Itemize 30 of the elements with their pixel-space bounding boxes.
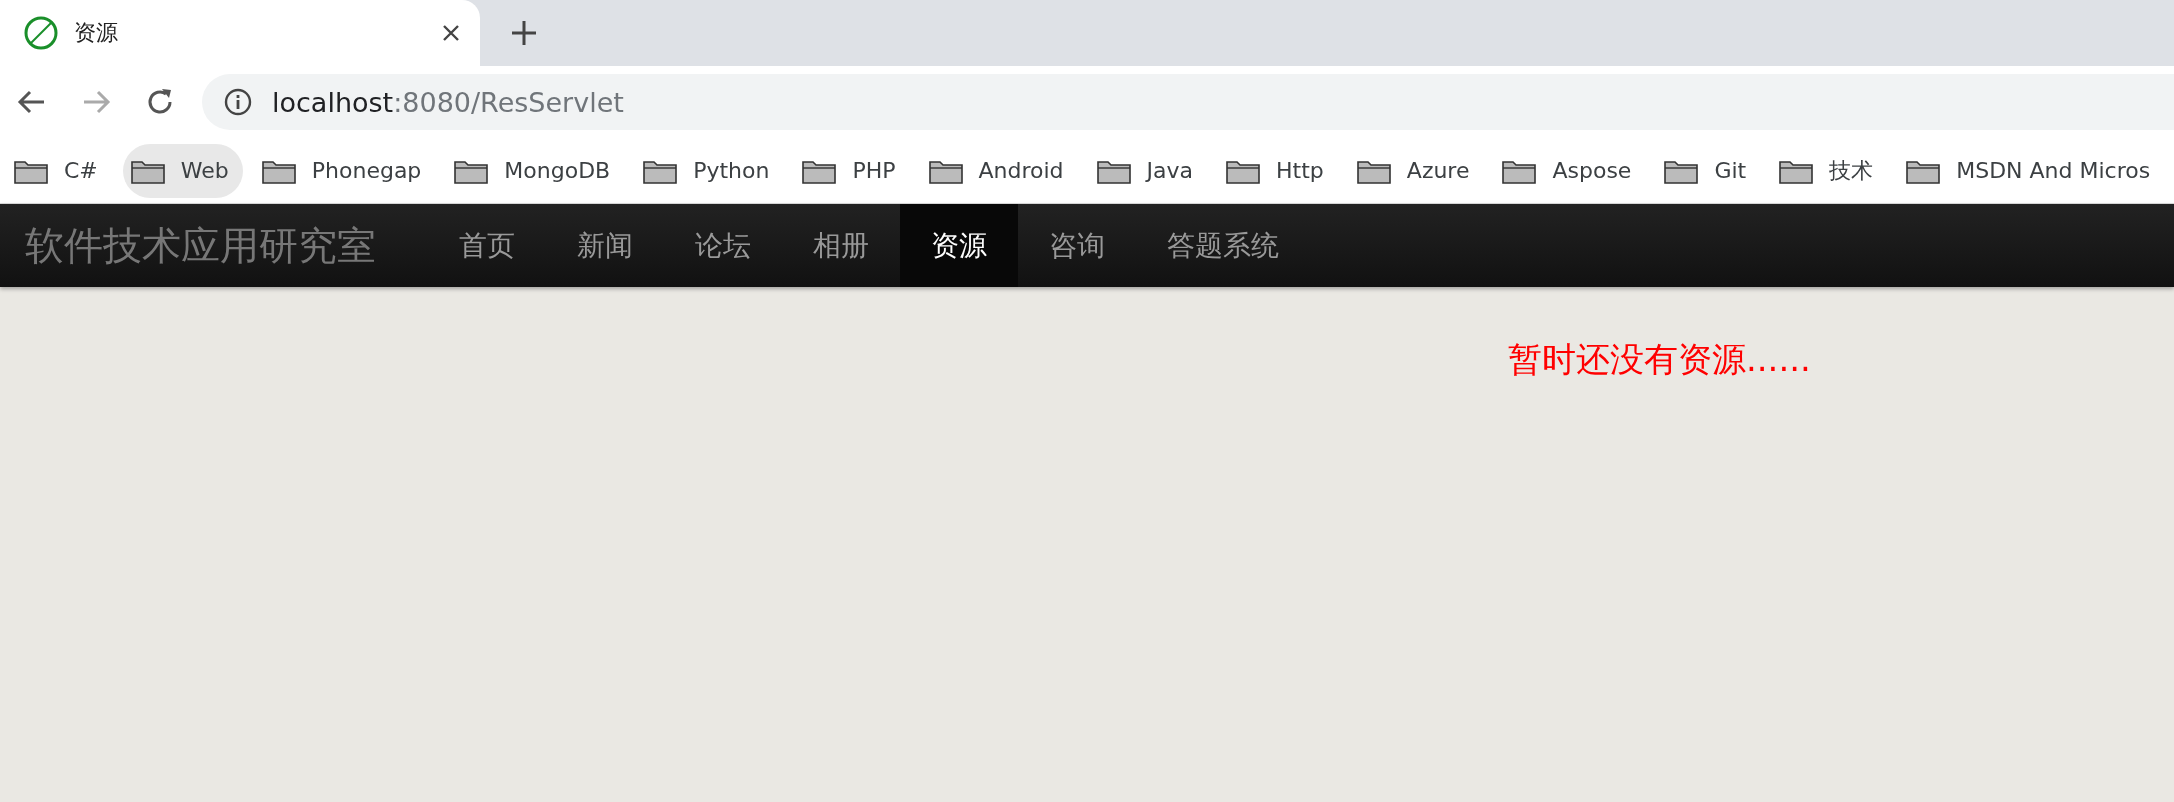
address-bar[interactable]: localhost:8080/ResServlet	[202, 74, 2174, 130]
empty-message: 暂时还没有资源......	[1508, 339, 1811, 379]
bookmark-folder[interactable]: MongoDB	[446, 143, 625, 198]
nav-link[interactable]: 首页	[428, 204, 546, 287]
bookmark-folder[interactable]: MSDN And Micros	[1898, 143, 2165, 198]
bookmark-folder[interactable]: Http	[1218, 143, 1338, 198]
bookmark-folder[interactable]: C#	[6, 143, 112, 198]
site-title: 软件技术应用研究室	[24, 221, 377, 270]
bookmark-folder[interactable]: Azure	[1348, 143, 1484, 198]
nav-link[interactable]: 新闻	[546, 204, 664, 287]
bookmark-folder[interactable]: Phonegap	[253, 143, 436, 198]
nav-link[interactable]: 答题系统	[1136, 204, 1310, 287]
bookmark-folder[interactable]: Android	[920, 143, 1078, 198]
tab-title: 资源	[74, 19, 119, 47]
site-favicon-icon	[24, 16, 58, 50]
info-icon[interactable]	[224, 88, 252, 116]
bookmark-folder[interactable]: PHP	[794, 143, 910, 198]
nav-link[interactable]: 资源	[900, 204, 1018, 287]
new-tab-icon[interactable]	[510, 19, 538, 47]
nav-link[interactable]: 论坛	[664, 204, 782, 287]
browser-tab[interactable]: 资源	[0, 0, 480, 66]
bookmark-folder[interactable]: Java	[1088, 143, 1208, 198]
nav-link[interactable]: 相册	[782, 204, 900, 287]
bookmark-folder[interactable]: 技术	[1771, 143, 1888, 198]
bookmark-folder[interactable]: Python	[635, 143, 784, 198]
bookmark-folder[interactable]: Web	[122, 143, 243, 198]
bookmark-folder[interactable]: Git	[1656, 143, 1761, 198]
nav-link[interactable]: 咨询	[1018, 204, 1136, 287]
bookmark-folder[interactable]: Aspose	[1494, 143, 1646, 198]
url-text: localhost:8080/ResServlet	[272, 86, 624, 118]
